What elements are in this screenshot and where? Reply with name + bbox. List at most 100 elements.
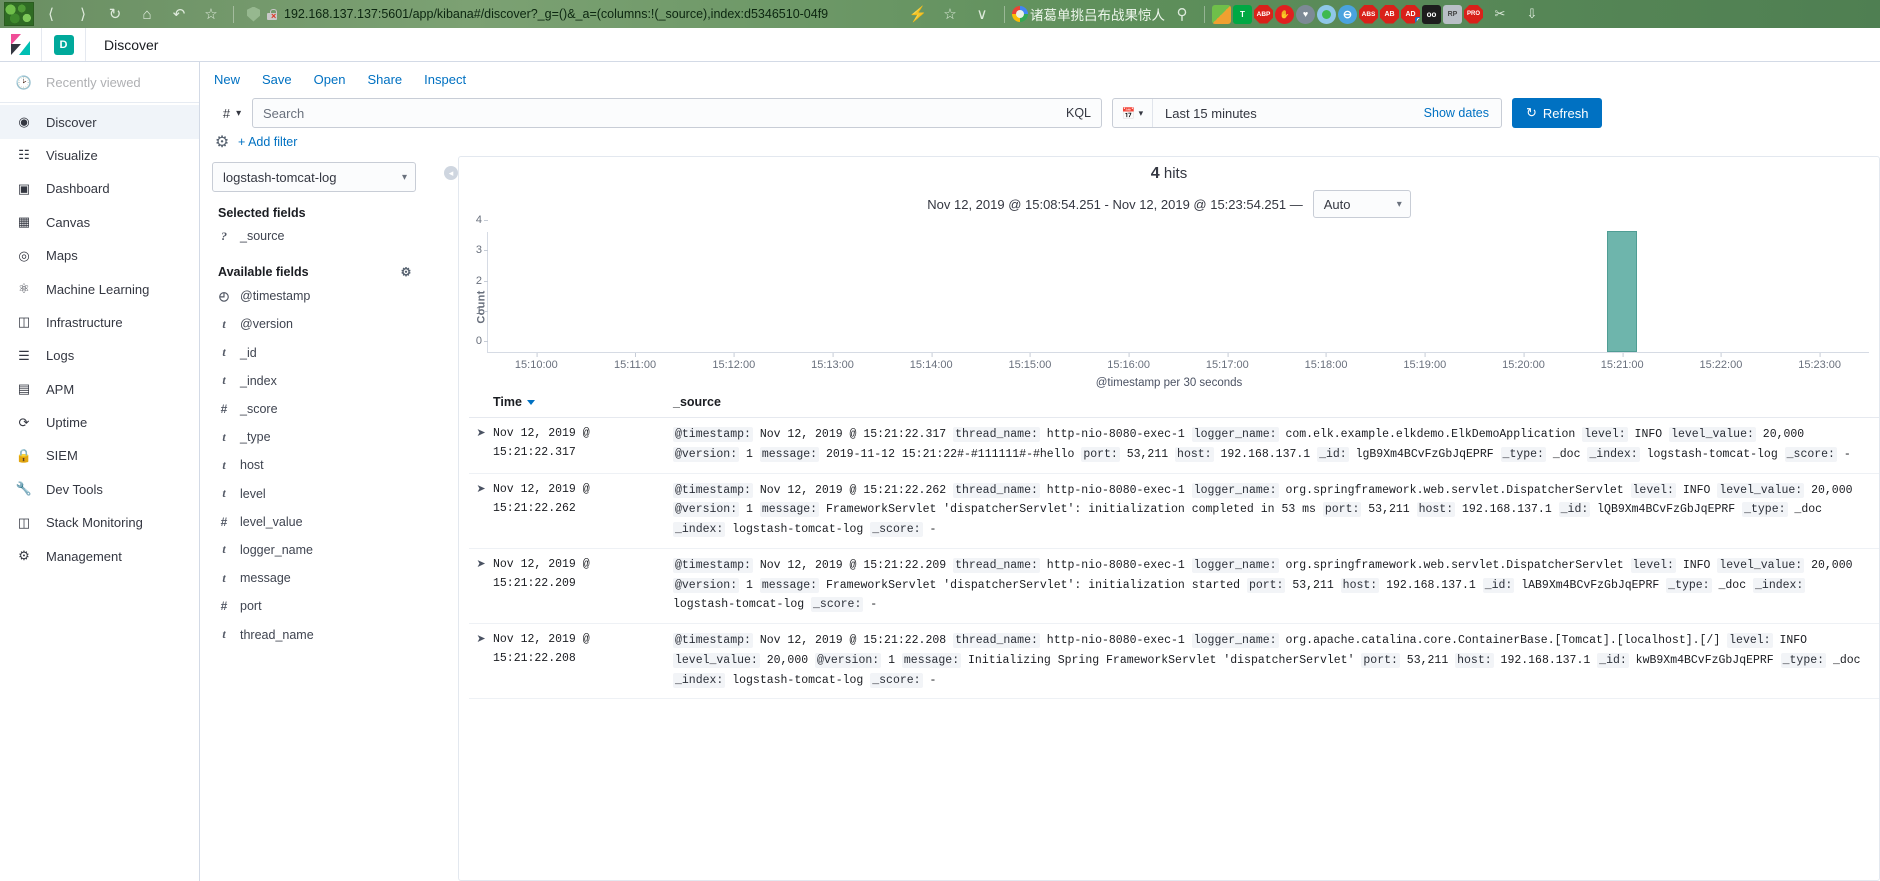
scissors-icon[interactable]: ✂ xyxy=(1485,2,1515,26)
histogram-bar[interactable] xyxy=(1607,231,1638,352)
expand-row-button[interactable]: ➤ xyxy=(469,425,493,465)
row-source: @timestamp: Nov 12, 2019 @ 15:21:22.208 … xyxy=(673,631,1879,690)
tampermonkey-icon[interactable]: T xyxy=(1233,4,1252,24)
field-item-timestamp[interactable]: ◴ @timestamp xyxy=(212,282,436,310)
table-row[interactable]: ➤ Nov 12, 2019 @ 15:21:22.208 @timestamp: … xyxy=(469,624,1879,700)
dataset-selector-button[interactable]: # ▾ xyxy=(212,98,252,128)
sidebar-collapse-handle[interactable]: ◂ xyxy=(444,156,458,881)
home-icon[interactable]: ⌂ xyxy=(132,2,162,26)
field-item-index[interactable]: t _index xyxy=(212,367,436,395)
date-range-picker[interactable]: 📅 ▾ Last 15 minutes Show dates xyxy=(1112,98,1502,128)
field-item-host[interactable]: t host xyxy=(212,451,436,479)
abs-blocker-icon[interactable]: ABS xyxy=(1359,4,1378,24)
field-item-thread-name[interactable]: t thread_name xyxy=(212,620,436,648)
stop-hand-icon[interactable]: ✋ xyxy=(1275,4,1294,24)
pro-blocker-icon[interactable]: PRO xyxy=(1464,4,1483,24)
sidebar-item-stack-monitoring[interactable]: ◫ Stack Monitoring xyxy=(0,506,199,539)
row-source: @timestamp: Nov 12, 2019 @ 15:21:22.209 … xyxy=(673,556,1879,615)
field-item-logger-name[interactable]: t logger_name xyxy=(212,536,436,564)
download-icon[interactable]: ⇩ xyxy=(1517,2,1547,26)
apps-grid-icon[interactable] xyxy=(1212,4,1231,24)
query-language-button[interactable]: KQL xyxy=(1058,106,1091,120)
field-item-source[interactable]: ? _source xyxy=(212,222,436,250)
green-dot-icon[interactable] xyxy=(1317,4,1336,24)
gear-icon[interactable]: ⚙ xyxy=(398,264,414,280)
adblock-plus-icon[interactable]: ABP xyxy=(1254,4,1273,24)
sidebar-item-uptime[interactable]: ⟳ Uptime xyxy=(0,406,199,439)
table-row[interactable]: ➤ Nov 12, 2019 @ 15:21:22.262 @timestamp: … xyxy=(469,474,1879,549)
new-button[interactable]: New xyxy=(214,72,240,87)
open-button[interactable]: Open xyxy=(314,72,346,87)
source-field-key: @version: xyxy=(673,446,740,462)
field-item-level[interactable]: t level xyxy=(212,480,436,508)
time-column-header[interactable]: Time xyxy=(493,395,673,409)
share-button[interactable]: Share xyxy=(367,72,402,87)
back-arrow-icon[interactable]: ⟨ xyxy=(36,2,66,26)
ad-counter-icon[interactable]: AD 0 xyxy=(1401,4,1420,24)
sidebar-item-discover[interactable]: ◉ Discover xyxy=(0,105,199,139)
rp-icon[interactable]: RP xyxy=(1443,4,1462,24)
history-icon[interactable]: ↶ xyxy=(164,2,194,26)
field-item-port[interactable]: # port xyxy=(212,592,436,620)
ab-blocker-icon[interactable]: AB xyxy=(1380,4,1399,24)
address-bar[interactable]: × 192.168.137.137:5601/app/kibana#/disco… xyxy=(241,3,901,25)
sidebar-item-dev-tools[interactable]: 🔧 Dev Tools xyxy=(0,473,199,506)
space-selector[interactable]: D xyxy=(42,28,86,61)
field-item-message[interactable]: t message xyxy=(212,564,436,592)
interval-selector[interactable]: Auto ▾ xyxy=(1312,190,1411,218)
search-suggestion-title[interactable]: 诸葛单挑吕布战果惊人 xyxy=(1030,4,1165,24)
add-filter-button[interactable]: + Add filter xyxy=(238,135,297,149)
sidebar-item-infrastructure[interactable]: ◫ Infrastructure xyxy=(0,306,199,339)
date-range-text[interactable]: Last 15 minutes xyxy=(1153,106,1424,121)
field-item-type[interactable]: t _type xyxy=(212,423,436,451)
source-field-key: _index: xyxy=(1587,446,1640,462)
chevron-down-icon[interactable]: ∨ xyxy=(967,2,997,26)
sidebar-item-logs[interactable]: ☰ Logs xyxy=(0,339,199,372)
show-dates-button[interactable]: Show dates xyxy=(1424,106,1501,120)
calendar-icon[interactable]: 📅 ▾ xyxy=(1113,99,1153,127)
search-input[interactable] xyxy=(263,105,1058,121)
sidebar-item-maps[interactable]: ◎ Maps xyxy=(0,239,199,272)
table-row[interactable]: ➤ Nov 12, 2019 @ 15:21:22.317 @timestamp: … xyxy=(469,418,1879,474)
sidebar-item-apm[interactable]: ▤ APM xyxy=(0,373,199,406)
field-item-level-value[interactable]: # level_value xyxy=(212,508,436,536)
shield-heart-icon[interactable]: ♥ xyxy=(1296,4,1315,24)
sidebar-item-visualize[interactable]: ☷ Visualize xyxy=(0,139,199,172)
source-field-pair: @version: 1 xyxy=(673,502,753,518)
field-item-score[interactable]: # _score xyxy=(212,395,436,423)
inspect-button[interactable]: Inspect xyxy=(424,72,466,87)
search-icon[interactable]: ⚲ xyxy=(1167,2,1197,26)
bookmark-star-icon[interactable]: ☆ xyxy=(196,2,226,26)
chart-plot-area[interactable]: 0 1 2 3 4 15:10:00 15:11:00 15:12:00 15:13:00 15:… xyxy=(476,214,1869,371)
search-field-wrapper[interactable]: KQL xyxy=(252,98,1102,128)
field-item-id[interactable]: t _id xyxy=(212,339,436,367)
goggles-icon[interactable]: oo xyxy=(1422,4,1441,24)
source-field-value: org.springframework.web.servlet.Dispatch… xyxy=(1278,483,1624,497)
save-button[interactable]: Save xyxy=(262,72,292,87)
refresh-icon: ↻ xyxy=(1526,105,1537,120)
gear-icon[interactable]: ⚙ xyxy=(214,134,230,151)
expand-row-button[interactable]: ➤ xyxy=(469,631,493,690)
minus-circle-icon[interactable]: ⊖ xyxy=(1338,4,1357,24)
source-field-key: @timestamp: xyxy=(673,633,753,649)
compass-icon: ◉ xyxy=(18,114,30,130)
apm-icon: ▤ xyxy=(17,381,31,397)
field-item-version[interactable]: t @version xyxy=(212,310,436,338)
sidebar-item-siem[interactable]: 🔒 SIEM xyxy=(0,439,199,472)
bookmark-star-icon-2[interactable]: ☆ xyxy=(935,2,965,26)
index-pattern-selector[interactable]: logstash-tomcat-log ▾ xyxy=(212,162,416,192)
sidebar-item-canvas[interactable]: ▦ Canvas xyxy=(0,206,199,239)
forward-arrow-icon[interactable]: ⟩ xyxy=(68,2,98,26)
kibana-logo-button[interactable] xyxy=(0,28,42,61)
lightning-icon[interactable]: ⚡ xyxy=(903,2,933,26)
uptime-icon: ⟳ xyxy=(18,414,30,430)
table-row[interactable]: ➤ Nov 12, 2019 @ 15:21:22.209 @timestamp: … xyxy=(469,549,1879,625)
sidebar-item-machine-learning[interactable]: ⚛ Machine Learning xyxy=(0,272,199,305)
sidebar-item-management[interactable]: ⚙ Management xyxy=(0,539,199,572)
sidebar-item-dashboard[interactable]: ▣ Dashboard xyxy=(0,172,199,205)
expand-row-button[interactable]: ➤ xyxy=(469,481,493,540)
expand-row-button[interactable]: ➤ xyxy=(469,556,493,615)
sidebar-item-recently-viewed[interactable]: 🕑 Recently viewed xyxy=(0,66,199,99)
reload-icon[interactable]: ↻ xyxy=(100,2,130,26)
refresh-button[interactable]: ↻ Refresh xyxy=(1512,98,1603,128)
